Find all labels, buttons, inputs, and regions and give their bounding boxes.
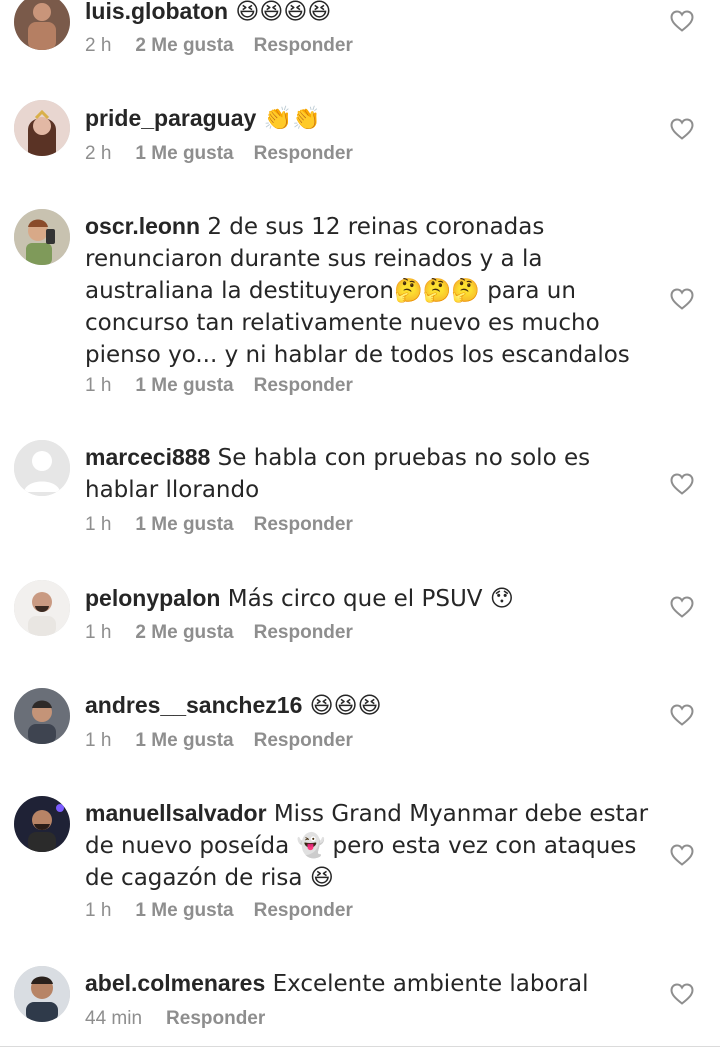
reply-button[interactable]: Responder [254,143,353,165]
heart-icon[interactable] [670,118,694,140]
reply-button[interactable]: Responder [254,900,353,922]
comment-likes[interactable]: 1 Me gusta [135,900,233,922]
comment-time: 1 h [85,730,112,751]
comment-username[interactable]: pelonypalon [85,585,220,611]
avatar[interactable] [14,440,70,496]
comment-text: 😆😆😆 [302,693,382,719]
comment-text: Más circo que el PSUV 😯 [220,586,514,612]
heart-icon[interactable] [670,844,694,866]
comment-likes[interactable]: 2 Me gusta [135,622,233,644]
comment-username[interactable]: oscr.leonn [85,213,200,239]
divider [0,1046,720,1047]
heart-icon[interactable] [670,473,694,495]
avatar[interactable] [14,100,70,156]
comment-text: Excelente ambiente laboral [265,971,589,997]
comment-text: 😆😆😆😆 [228,0,332,25]
comment-time: 2 h [85,35,112,56]
comment-likes[interactable]: 1 Me gusta [135,143,233,165]
comment-username[interactable]: abel.colmenares [85,970,265,996]
comment-likes[interactable]: 1 Me gusta [135,514,233,536]
avatar[interactable] [14,688,70,744]
comment-time: 1 h [85,900,112,921]
avatar[interactable] [14,580,70,636]
comment-likes[interactable]: 2 Me gusta [135,35,233,57]
heart-icon[interactable] [670,983,694,1005]
heart-icon[interactable] [670,288,694,310]
heart-icon[interactable] [670,10,694,32]
comment-username[interactable]: pride_paraguay [85,105,256,131]
reply-button[interactable]: Responder [254,375,353,397]
heart-icon[interactable] [670,704,694,726]
comment-likes[interactable]: 1 Me gusta [135,375,233,397]
comment-time: 44 min [85,1008,143,1029]
heart-icon[interactable] [670,596,694,618]
avatar[interactable] [14,0,70,50]
comment-time: 1 h [85,622,112,643]
avatar[interactable] [14,209,70,265]
comment-likes[interactable]: 1 Me gusta [135,730,233,752]
comment-username[interactable]: marceci888 [85,444,210,470]
comment-username[interactable]: luis.globaton [85,0,228,24]
reply-button[interactable]: Responder [254,514,353,536]
reply-button[interactable]: Responder [254,730,353,752]
comment-time: 1 h [85,375,112,396]
avatar[interactable] [14,796,70,852]
comment-time: 2 h [85,143,112,164]
comment-username[interactable]: manuellsalvador [85,800,267,826]
reply-button[interactable]: Responder [254,622,353,644]
comment-text: 👏👏 [256,106,321,132]
avatar[interactable] [14,966,70,1022]
reply-button[interactable]: Responder [166,1008,265,1030]
reply-button[interactable]: Responder [254,35,353,57]
comment-username[interactable]: andres__sanchez16 [85,692,302,718]
comment-time: 1 h [85,514,112,535]
